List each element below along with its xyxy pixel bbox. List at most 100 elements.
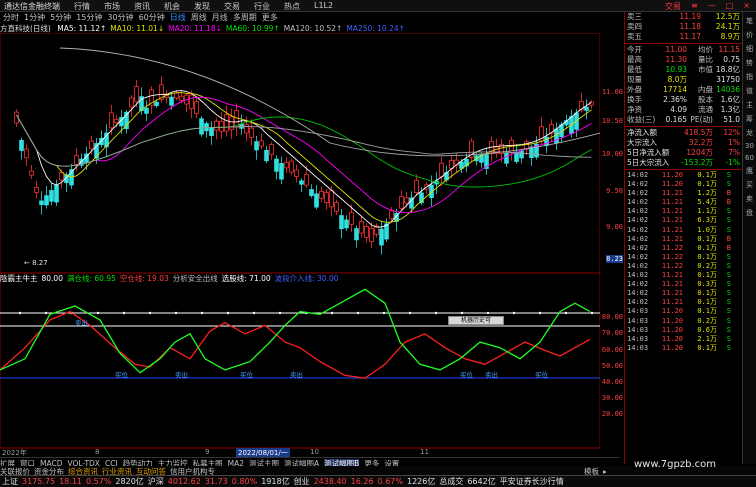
index-name[interactable]: 创业: [294, 476, 310, 487]
period-tab[interactable]: 15分钟: [76, 12, 102, 23]
side-tab[interactable]: 价: [743, 30, 756, 40]
index-change: 31.73: [204, 477, 228, 486]
period-tab[interactable]: 更多: [262, 12, 278, 23]
candle-body: [299, 180, 304, 185]
candle-body: [224, 114, 229, 132]
candle-body: [19, 139, 24, 151]
candle-body: [54, 184, 59, 203]
period-tab[interactable]: 分时: [3, 12, 19, 23]
menu-item[interactable]: 行业: [254, 1, 270, 12]
tick-time: 14:03: [627, 316, 649, 325]
period-tab[interactable]: 5分钟: [50, 12, 71, 23]
broker-name: 平安证券长沙行情: [499, 477, 564, 486]
side-tab[interactable]: 主: [743, 100, 756, 110]
flow-label: 5日大宗流入: [627, 158, 670, 167]
level-dot: [538, 311, 542, 315]
tick-row: 14:02 11.21 1.1万 S: [625, 207, 742, 216]
side-tab[interactable]: 卖: [743, 194, 756, 204]
index-value: 4012.62: [167, 477, 201, 486]
index-value: 3175.75: [22, 477, 56, 486]
tick-row: 14:02 11.22 0.2万 S: [625, 262, 742, 271]
menu-item[interactable]: 机会: [164, 1, 180, 12]
stat-value: 4.09: [670, 105, 687, 114]
side-tab[interactable]: 值: [743, 86, 756, 96]
period-tab[interactable]: 周线: [191, 12, 207, 23]
kline-chart[interactable]: ← 8.27卖出买位 卖出 买位 卖出 买位 卖出 买位: [0, 33, 600, 473]
side-tab[interactable]: 指: [743, 72, 756, 82]
tick-price: 11.21: [661, 289, 683, 298]
signal-label: 买位: [115, 370, 129, 379]
flow-value: 1204万: [686, 148, 713, 157]
tick-price: 11.20: [661, 325, 683, 334]
tick-side: S: [726, 252, 731, 261]
ask-label: 卖四: [627, 22, 642, 31]
index-name[interactable]: 上证: [2, 476, 18, 487]
period-tab[interactable]: 1分钟: [24, 12, 45, 23]
tick-row: 14:02 11.21 0.1万 S: [625, 289, 742, 298]
window-control[interactable]: ×: [743, 1, 750, 12]
indicator-axis: 80.00 70.00 60.00 50.00 40.00 30.00 20.00: [600, 273, 624, 448]
tick-side: S: [726, 325, 731, 334]
candle-body: [134, 86, 139, 103]
period-tab[interactable]: 60分钟: [139, 12, 165, 23]
float-tooltip[interactable]: 机器历史可: [448, 316, 504, 325]
tick-volume: 0.1万: [697, 234, 717, 243]
candle-body: [249, 127, 254, 138]
candle-body: [359, 221, 364, 234]
candle-body: [39, 200, 44, 206]
index-amount: 1226亿: [406, 477, 436, 486]
index-value: 2438.40: [313, 477, 347, 486]
title-bar: 通达信金融终端 行情 市场 资讯 机会 发现 交易 行业 热点 L1L2 交易 ≡ — □ ×: [0, 0, 756, 12]
side-tab[interactable]: 筹: [743, 114, 756, 124]
period-tab[interactable]: 30分钟: [107, 12, 133, 23]
side-tab[interactable]: 龙: [743, 128, 756, 138]
menu-item[interactable]: 发现: [194, 1, 210, 12]
menu-item[interactable]: 交易: [224, 1, 240, 12]
ask-label: 卖五: [627, 32, 642, 41]
date-tick: 11: [420, 448, 429, 456]
date-tick: 9: [205, 448, 210, 456]
side-tab[interactable]: 鹰: [743, 166, 756, 176]
menu-item[interactable]: 市场: [104, 1, 120, 12]
level-dot: [174, 311, 178, 315]
price-tick: 9.50: [606, 187, 623, 195]
menu-item[interactable]: L1L2: [314, 1, 333, 12]
candle-body: [214, 120, 219, 131]
tick-price: 11.20: [661, 307, 683, 316]
side-tab[interactable]: 势: [743, 58, 756, 68]
indicator-tick: 50.00: [601, 362, 623, 370]
candle-body: [279, 163, 284, 180]
period-tab[interactable]: 月线: [212, 12, 228, 23]
period-tab[interactable]: 日线: [170, 12, 186, 23]
window-control[interactable]: 交易: [665, 1, 681, 12]
menu-item[interactable]: 行情: [74, 1, 90, 12]
side-tabs: 笔价细势指值主筹龙 30 60 鹰买卖盘: [742, 12, 756, 464]
window-control[interactable]: ≡: [691, 1, 698, 12]
candle-body: [29, 170, 34, 176]
signal-label: 卖出: [175, 370, 188, 379]
signal-label: 买位: [460, 370, 474, 379]
candle-body: [194, 101, 199, 115]
tick-time: 14:03: [627, 325, 649, 334]
menu-item[interactable]: 热点: [284, 1, 300, 12]
side-tab[interactable]: 60: [743, 154, 756, 162]
flow-row: 大宗流入 32.2万 1%: [625, 138, 742, 148]
stat-row: 外盘 17714 内盘 14036: [625, 85, 742, 95]
period-tab[interactable]: 多周期: [233, 12, 257, 23]
tick-time: 14:02: [627, 207, 649, 216]
price-tick: 9.00: [606, 223, 623, 231]
index-name[interactable]: 沪深: [148, 476, 164, 487]
side-tab[interactable]: 盘: [743, 208, 756, 218]
side-tab[interactable]: 30: [743, 142, 756, 150]
stat-value2: 1.6亿: [720, 95, 740, 104]
candle-body: [329, 190, 334, 208]
side-tab[interactable]: 笔: [743, 16, 756, 26]
window-control[interactable]: □: [726, 1, 734, 12]
menu-item[interactable]: 资讯: [134, 1, 150, 12]
side-tab[interactable]: 买: [743, 180, 756, 190]
window-control[interactable]: —: [708, 1, 716, 12]
side-tab[interactable]: 细: [743, 44, 756, 54]
flow-value: 32.2万: [688, 138, 713, 147]
stat-label2: 量比: [698, 55, 713, 64]
index-pct: 0.80%: [231, 477, 258, 486]
